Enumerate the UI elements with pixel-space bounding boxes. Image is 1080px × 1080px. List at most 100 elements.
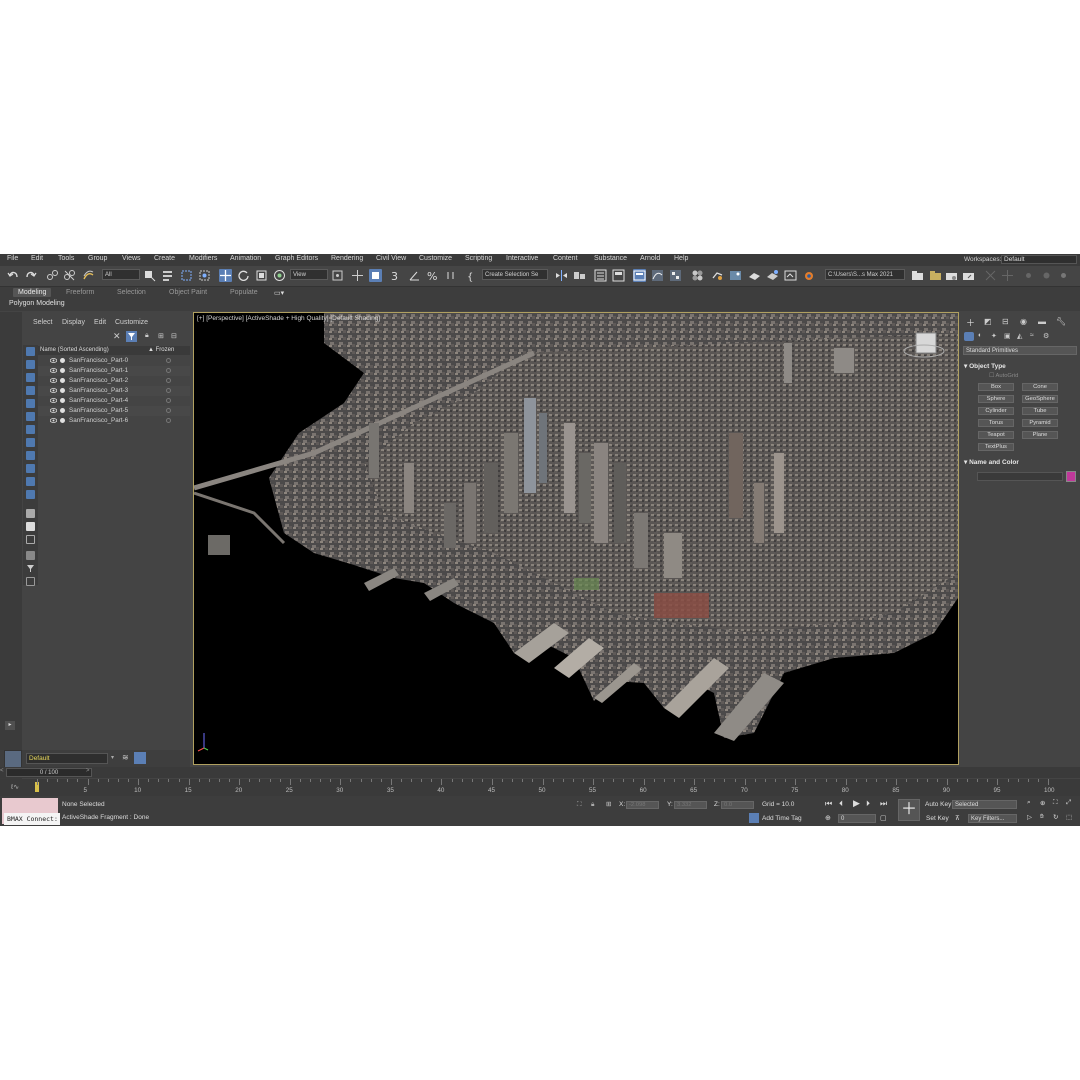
orbit-icon[interactable]: ↻: [1053, 813, 1058, 821]
maxscript-input[interactable]: BMAX Connect:: [4, 813, 60, 825]
display-frozen-icon[interactable]: [26, 477, 35, 486]
close-search-icon[interactable]: ✕: [113, 331, 121, 342]
viewport-label-menu[interactable]: [+] [Perspective] [ActiveShade + High Qu…: [197, 315, 380, 322]
menu-civil-view[interactable]: Civil View: [376, 255, 406, 262]
create-tab-icon[interactable]: ＋: [966, 316, 975, 329]
toolbar-overflow-icon[interactable]: [1057, 269, 1070, 282]
display-cameras-icon[interactable]: [26, 386, 35, 395]
torus-button[interactable]: Torus: [978, 419, 1014, 427]
maximize-viewport-icon[interactable]: ⬚: [1066, 813, 1072, 821]
funnel-icon[interactable]: [26, 564, 35, 573]
workspaces-select[interactable]: Default: [1001, 255, 1077, 264]
display-tab-icon[interactable]: ▬: [1038, 317, 1046, 326]
previous-frame-icon[interactable]: ⏴: [839, 799, 843, 809]
display-lights-icon[interactable]: [26, 373, 35, 382]
display-containers-icon[interactable]: [26, 464, 35, 473]
pivot-center-icon[interactable]: [331, 269, 344, 282]
scene-explorer-toggle-icon[interactable]: [134, 752, 146, 764]
add-time-tag[interactable]: Add Time Tag: [762, 815, 802, 822]
render-setup-icon[interactable]: [711, 269, 724, 282]
explorer-menu-display[interactable]: Display: [62, 319, 85, 326]
select-and-place-icon[interactable]: [273, 269, 286, 282]
plane-button[interactable]: Plane: [1022, 431, 1058, 439]
lock-icon[interactable]: 🔒︎: [145, 332, 149, 340]
bind-space-warp-icon[interactable]: [82, 269, 95, 282]
window-crossing-icon[interactable]: [198, 269, 211, 282]
explorer-menu-select[interactable]: Select: [33, 319, 52, 326]
menu-file[interactable]: File: [7, 255, 18, 262]
frozen-toggle-icon[interactable]: [166, 408, 171, 413]
menu-interactive[interactable]: Interactive: [506, 255, 538, 262]
next-frame-icon[interactable]: ⏵: [866, 799, 870, 809]
reference-coordinate-select[interactable]: View: [290, 269, 328, 280]
tab-modeling[interactable]: Modeling: [13, 288, 52, 297]
tab-selection[interactable]: Selection: [117, 289, 146, 296]
sphere-gray-icon[interactable]: [1022, 269, 1035, 282]
tweak-icon[interactable]: [1001, 269, 1014, 282]
pin-stack-icon[interactable]: [984, 269, 997, 282]
autogrid-checkbox[interactable]: ☐ AutoGrid: [989, 373, 1018, 379]
link-icon[interactable]: [46, 269, 59, 282]
menu-animation[interactable]: Animation: [230, 255, 261, 262]
play-icon[interactable]: ▶: [853, 798, 860, 809]
menu-modifiers[interactable]: Modifiers: [189, 255, 217, 262]
sphere-button[interactable]: Sphere: [978, 395, 1014, 403]
track-bar[interactable]: ℓ∿ 5 10 15 20 25 30 35 40 45 50 55 60 65 70 75 80 85 90 95…: [0, 779, 1080, 796]
render-activeshade-icon[interactable]: [766, 269, 779, 282]
toggle-layer-explorer-icon[interactable]: [612, 269, 625, 282]
column-frozen-header[interactable]: ▲ Frozen: [148, 347, 174, 353]
tab-freeform[interactable]: Freeform: [66, 289, 94, 296]
modify-tab-icon[interactable]: ◩: [984, 317, 992, 326]
edit-named-selection-icon[interactable]: {: [466, 269, 479, 283]
column-name-header[interactable]: Name (Sorted Ascending): [40, 347, 109, 353]
hierarchy-tab-icon[interactable]: ⊟: [1002, 317, 1009, 326]
time-next-arrow-icon[interactable]: >: [86, 768, 90, 774]
display-xrefs-icon[interactable]: [26, 438, 35, 447]
mirror-icon[interactable]: [555, 269, 568, 282]
go-to-start-icon[interactable]: ⏮: [825, 799, 832, 809]
default-in-out-tangents-icon[interactable]: ⊼: [955, 814, 960, 822]
motion-tab-icon[interactable]: ◉: [1020, 317, 1027, 326]
explorer-column-header[interactable]: Name (Sorted Ascending) ▲ Frozen: [38, 346, 190, 355]
display-space-warps-icon[interactable]: [26, 412, 35, 421]
align-icon[interactable]: [573, 269, 586, 282]
key-filters-button[interactable]: Key Filters...: [968, 814, 1017, 823]
open-folder-icon[interactable]: [929, 269, 942, 282]
time-slider[interactable]: 0 / 100: [6, 768, 92, 777]
cameras-category-icon[interactable]: ▣: [1004, 332, 1011, 340]
explorer-row[interactable]: SanFrancisco_Part-5: [38, 406, 190, 416]
select-and-rotate-icon[interactable]: [237, 269, 250, 282]
auto-key-button[interactable]: Auto Key: [925, 801, 951, 808]
explorer-row[interactable]: SanFrancisco_Part-3: [38, 386, 190, 396]
display-bones-icon[interactable]: [26, 451, 35, 460]
explorer-menu-customize[interactable]: Customize: [115, 319, 148, 326]
visibility-eye-icon[interactable]: [50, 398, 57, 403]
explorer-settings-icon[interactable]: [26, 577, 35, 586]
zoom-extents-icon[interactable]: ⛶: [1053, 799, 1058, 807]
systems-category-icon[interactable]: ⚙︎: [1043, 332, 1049, 340]
object-type-rollout[interactable]: ▾ Object Type: [964, 362, 1076, 370]
display-all-icon[interactable]: [26, 509, 35, 518]
pyramid-button[interactable]: Pyramid: [1022, 419, 1058, 427]
current-layer-select[interactable]: Default: [26, 753, 108, 764]
cone-button[interactable]: Cone: [1022, 383, 1058, 391]
primitive-type-select[interactable]: Standard Primitives: [963, 346, 1077, 355]
snaps-toggle-icon[interactable]: 3: [390, 269, 403, 283]
frozen-toggle-icon[interactable]: [166, 358, 171, 363]
tube-button[interactable]: Tube: [1022, 407, 1058, 415]
z-coordinate-field[interactable]: 0.0: [721, 801, 754, 809]
display-geometry-icon[interactable]: [26, 347, 35, 356]
explorer-row[interactable]: SanFrancisco_Part-2: [38, 376, 190, 386]
folder-export-icon[interactable]: [962, 269, 975, 282]
cylinder-button[interactable]: Cylinder: [978, 407, 1014, 415]
percent-snap-icon[interactable]: %: [426, 269, 439, 283]
key-set-select[interactable]: Selected: [952, 800, 1017, 809]
layer-icon[interactable]: [4, 750, 22, 768]
select-and-scale-icon[interactable]: [255, 269, 268, 282]
select-manipulate-icon[interactable]: [351, 269, 364, 282]
schematic-view-icon[interactable]: [669, 269, 682, 282]
display-none-icon[interactable]: [26, 522, 35, 531]
menu-arnold[interactable]: Arnold: [640, 255, 660, 262]
visibility-eye-icon[interactable]: [50, 388, 57, 393]
display-invert-icon[interactable]: [26, 535, 35, 544]
